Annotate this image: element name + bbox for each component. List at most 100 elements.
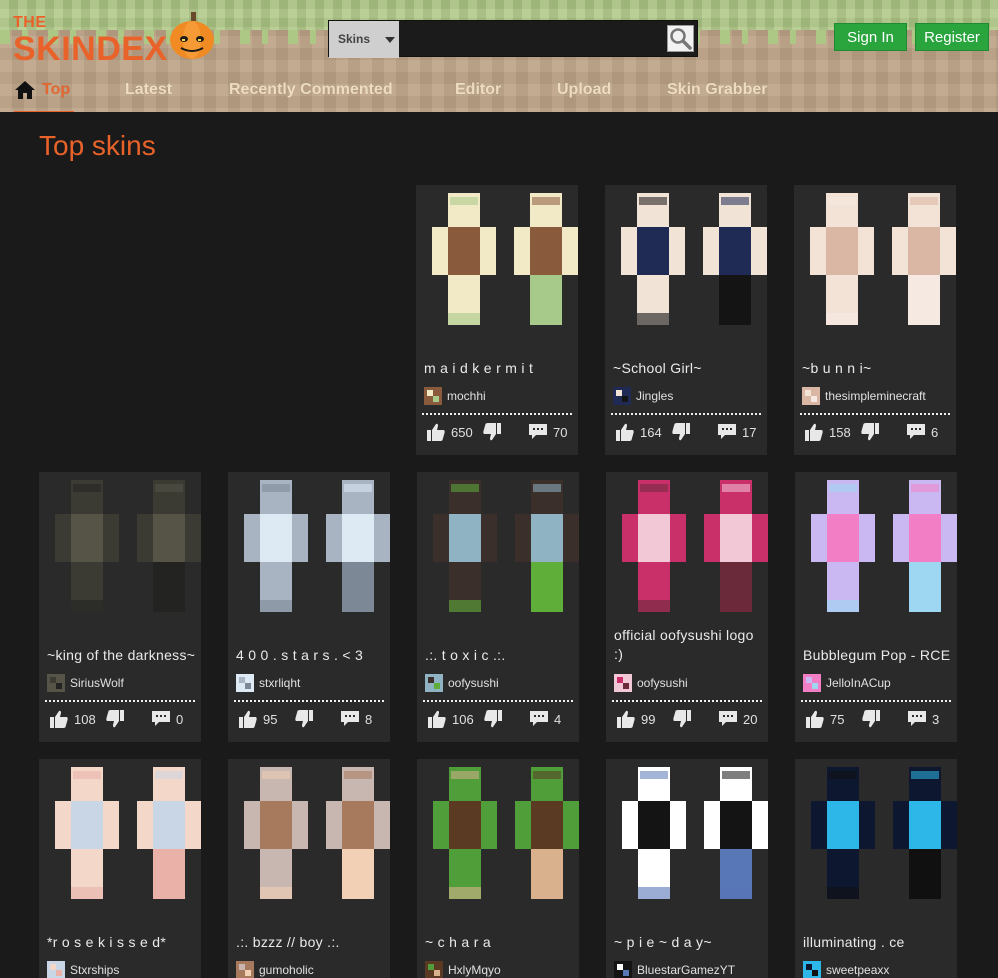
comment-icon[interactable]: [906, 423, 926, 440]
thumbs-down-icon[interactable]: [861, 709, 881, 729]
nav-skin-grabber[interactable]: Skin Grabber: [667, 81, 767, 99]
skin-preview-image[interactable]: [417, 759, 579, 927]
card-divider: [801, 700, 951, 702]
skin-title[interactable]: .:. t o x i c .:.: [425, 646, 575, 665]
skin-title[interactable]: Bubblegum Pop - RCE: [803, 646, 953, 665]
thumbs-up-icon[interactable]: [49, 709, 69, 729]
comment-icon[interactable]: [717, 423, 737, 440]
thumbs-up-icon[interactable]: [616, 709, 636, 729]
comment-icon[interactable]: [907, 710, 927, 727]
skin-title[interactable]: ~School Girl~: [613, 359, 763, 378]
search-input[interactable]: [401, 24, 661, 54]
thumbs-down-icon[interactable]: [672, 709, 692, 729]
skin-preview-image[interactable]: [228, 472, 390, 640]
skin-title[interactable]: illuminating . ce: [803, 933, 953, 952]
skin-card[interactable]: 4 0 0 . s t a r s . < 3 stxrliqht 95 8: [228, 472, 390, 742]
skin-preview-image[interactable]: [795, 472, 957, 640]
skin-card[interactable]: ~ p i e ~ d a y~ BluestarGamezYT: [606, 759, 768, 978]
skin-stats: 158 6: [794, 421, 956, 445]
skin-preview-image[interactable]: [795, 759, 957, 927]
skin-preview-image[interactable]: [605, 185, 767, 353]
thumbs-up-icon[interactable]: [426, 422, 446, 442]
nav-active-indicator: [14, 111, 74, 112]
thumbs-up-icon[interactable]: [805, 709, 825, 729]
likes-count: 158: [829, 425, 851, 440]
comment-icon[interactable]: [528, 423, 548, 440]
skin-stats: 75 3: [795, 708, 957, 732]
skin-card[interactable]: m a i d k e r m i t mochhi 650 70: [416, 185, 578, 455]
skin-preview-image[interactable]: [606, 472, 768, 640]
skin-preview-image[interactable]: [39, 759, 201, 927]
author-avatar-icon: [614, 961, 632, 978]
skin-title[interactable]: 4 0 0 . s t a r s . < 3: [236, 646, 386, 665]
skin-author[interactable]: SiriusWolf: [70, 676, 124, 690]
skin-author[interactable]: oofysushi: [448, 676, 499, 690]
skin-title[interactable]: m a i d k e r m i t: [424, 359, 574, 378]
nav-editor[interactable]: Editor: [455, 81, 501, 99]
skin-author[interactable]: HxlyMqyo: [448, 963, 501, 977]
comment-icon[interactable]: [340, 710, 360, 727]
author-avatar-icon: [614, 674, 632, 692]
skin-preview-image[interactable]: [417, 472, 579, 640]
thumbs-down-icon[interactable]: [482, 422, 502, 442]
skin-card[interactable]: ~king of the darkness~ SiriusWolf 108 0: [39, 472, 201, 742]
comment-icon[interactable]: [718, 710, 738, 727]
skin-author[interactable]: mochhi: [447, 389, 486, 403]
skin-author[interactable]: Jingles: [636, 389, 673, 403]
skin-preview-image[interactable]: [606, 759, 768, 927]
thumbs-up-icon[interactable]: [427, 709, 447, 729]
nav-top[interactable]: Top: [42, 81, 70, 99]
thumbs-down-icon[interactable]: [671, 422, 691, 442]
skin-preview-image[interactable]: [416, 185, 578, 353]
likes-count: 650: [451, 425, 473, 440]
thumbs-up-icon[interactable]: [804, 422, 824, 442]
thumbs-down-icon[interactable]: [105, 709, 125, 729]
skin-author[interactable]: BluestarGamezYT: [637, 963, 735, 977]
nav-upload[interactable]: Upload: [557, 81, 611, 99]
skin-author[interactable]: gumoholic: [259, 963, 314, 977]
search-button[interactable]: [667, 25, 694, 52]
comment-icon[interactable]: [529, 710, 549, 727]
skin-author[interactable]: Stxrships: [70, 963, 119, 977]
skin-author[interactable]: sweetpeaxx: [826, 963, 889, 977]
skin-card[interactable]: .:. t o x i c .:. oofysushi 106 4: [417, 472, 579, 742]
skin-title[interactable]: ~ c h a r a: [425, 933, 575, 952]
skin-card[interactable]: Bubblegum Pop - RCE JelloInACup 75 3: [795, 472, 957, 742]
author-avatar-icon: [236, 674, 254, 692]
comment-icon[interactable]: [151, 710, 171, 727]
skin-card[interactable]: *r o s e k i s s e d* Stxrships: [39, 759, 201, 978]
skin-title[interactable]: official oofysushi logo :): [614, 626, 764, 664]
sign-in-button[interactable]: Sign In: [834, 23, 907, 51]
skin-preview-image[interactable]: [794, 185, 956, 353]
skin-title[interactable]: ~king of the darkness~: [47, 646, 197, 665]
skin-title[interactable]: ~ p i e ~ d a y~: [614, 933, 764, 952]
skin-author[interactable]: stxrliqht: [259, 676, 300, 690]
skin-card[interactable]: ~School Girl~ Jingles 164 17: [605, 185, 767, 455]
thumbs-down-icon[interactable]: [294, 709, 314, 729]
skin-title[interactable]: *r o s e k i s s e d*: [47, 933, 197, 952]
home-icon[interactable]: [14, 80, 36, 100]
author-avatar-icon: [803, 961, 821, 978]
register-button[interactable]: Register: [915, 23, 989, 51]
nav-recently-commented[interactable]: Recently Commented: [229, 81, 393, 99]
thumbs-down-icon[interactable]: [860, 422, 880, 442]
site-logo[interactable]: THE SKINDEX: [13, 12, 218, 70]
skin-preview-image[interactable]: [228, 759, 390, 927]
skin-title[interactable]: .:. bzzz // boy .:.: [236, 933, 386, 952]
thumbs-up-icon[interactable]: [238, 709, 258, 729]
skin-card[interactable]: .:. bzzz // boy .:. gumoholic: [228, 759, 390, 978]
nav-latest[interactable]: Latest: [125, 81, 172, 99]
thumbs-down-icon[interactable]: [483, 709, 503, 729]
skin-preview-image[interactable]: [39, 472, 201, 640]
thumbs-up-icon[interactable]: [615, 422, 635, 442]
skin-author[interactable]: thesimpleminecraft: [825, 389, 926, 403]
skin-card[interactable]: ~ c h a r a HxlyMqyo: [417, 759, 579, 978]
comments-count: 17: [742, 425, 757, 440]
skin-card[interactable]: ~b u n n i~ thesimpleminecraft 158 6: [794, 185, 956, 455]
search-category-select[interactable]: Skins: [329, 21, 399, 58]
skin-author[interactable]: JelloInACup: [826, 676, 891, 690]
skin-title[interactable]: ~b u n n i~: [802, 359, 952, 378]
skin-author[interactable]: oofysushi: [637, 676, 688, 690]
skin-card[interactable]: illuminating . ce sweetpeaxx: [795, 759, 957, 978]
skin-card[interactable]: official oofysushi logo :) oofysushi 99: [606, 472, 768, 742]
